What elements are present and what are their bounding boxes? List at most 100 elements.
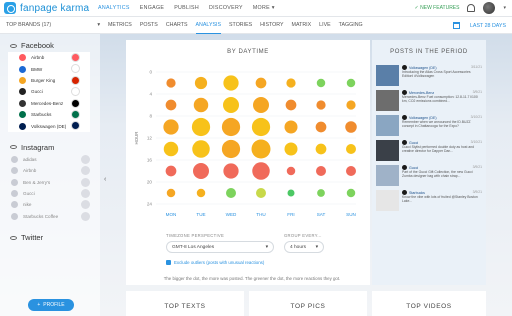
sidebar-brand-item[interactable]: BMW — [8, 63, 90, 74]
top-videos-card[interactable]: TOP VIDEOS — [372, 291, 486, 316]
bubble-point[interactable] — [194, 76, 208, 90]
post-page-name[interactable]: Mercedes-Benz — [409, 91, 434, 95]
bubble-point[interactable] — [192, 140, 210, 158]
bubble-point[interactable] — [165, 99, 177, 111]
sidebar-brand-item[interactable]: Starbucks Coffee — [0, 211, 100, 222]
brand-color-dot[interactable] — [81, 188, 90, 198]
bubble-point[interactable] — [256, 188, 266, 198]
post-item[interactable]: Mercedes-Benz 3/9/21 Mercedes-Benz Fuel co… — [372, 90, 486, 115]
nav-engage[interactable]: ENGAGE — [140, 5, 164, 11]
brand-color-dot[interactable] — [81, 211, 90, 221]
post-page-name[interactable]: Gucci — [409, 166, 418, 170]
add-profile-button[interactable]: + PROFILE — [28, 299, 74, 311]
bubble-point[interactable] — [221, 117, 241, 137]
bubble-point[interactable] — [286, 78, 296, 88]
tab-live[interactable]: LIVE — [319, 17, 330, 33]
bubble-point[interactable] — [345, 121, 357, 133]
sidebar-brand-item[interactable]: Ben & Jerry's — [0, 177, 100, 188]
sidebar-brand-item[interactable]: Gucci — [0, 188, 100, 199]
bubble-point[interactable] — [346, 78, 356, 88]
nav-more[interactable]: MORE ▾ — [253, 5, 275, 11]
bubble-point[interactable] — [163, 119, 179, 135]
tab-posts[interactable]: POSTS — [140, 17, 158, 33]
bubble-point[interactable] — [315, 121, 327, 133]
sidebar-brand-item[interactable]: Airbnb — [8, 52, 90, 63]
eye-icon[interactable] — [10, 235, 17, 240]
bubble-point[interactable] — [316, 166, 326, 176]
date-range-picker[interactable]: LAST 28 DAYS — [452, 22, 506, 29]
sidebar-brand-item[interactable]: Airbnb — [0, 165, 100, 176]
bubble-point[interactable] — [316, 78, 326, 88]
bubble-point[interactable] — [284, 142, 298, 156]
bubble-point[interactable] — [193, 163, 209, 179]
facebook-section-header[interactable]: Facebook — [0, 34, 100, 52]
bubble-point[interactable] — [166, 78, 176, 88]
bubble-point[interactable] — [191, 117, 211, 137]
bubble-point[interactable] — [166, 188, 176, 198]
post-thumbnail[interactable] — [376, 65, 399, 86]
group-every-select[interactable]: 4 hours ▾ — [284, 241, 324, 253]
instagram-section-header[interactable]: Instagram — [0, 136, 100, 154]
sidebar-brand-item[interactable]: Gucci — [8, 86, 90, 97]
new-features-link[interactable]: ✓ NEW FEATURES — [415, 5, 460, 11]
bubble-point[interactable] — [315, 143, 327, 155]
bubble-point[interactable] — [226, 188, 236, 198]
post-item[interactable]: Volkswagen (DE) 3/11/21 Introducing the At… — [372, 65, 486, 90]
brand-color-dot[interactable] — [81, 177, 90, 187]
bubble-point[interactable] — [284, 120, 298, 134]
post-page-name[interactable]: Volkswagen (DE) — [409, 66, 437, 70]
avatar[interactable] — [483, 2, 496, 14]
brand-color-dot[interactable] — [81, 200, 90, 210]
chevron-down-icon[interactable]: ▾ — [503, 5, 506, 11]
sidebar-brand-item[interactable]: Mercedes-Benz — [8, 98, 90, 109]
tab-history[interactable]: HISTORY — [260, 17, 283, 33]
post-item[interactable]: Gucci 3/9/21 Part of the Gucci Gift Collec… — [372, 165, 486, 190]
brand-color-dot[interactable] — [81, 166, 90, 176]
brand-color-dot[interactable] — [71, 98, 80, 108]
bubble-point[interactable] — [223, 163, 239, 179]
sidebar-brand-item[interactable]: Burger King — [8, 75, 90, 86]
bubble-point[interactable] — [285, 99, 297, 111]
bubble-point[interactable] — [253, 97, 269, 113]
tab-stories[interactable]: STORIES — [229, 17, 252, 33]
exclude-outliers-checkbox[interactable]: Exclude outliers (posts with unusual rea… — [166, 260, 264, 265]
bubble-point[interactable] — [252, 162, 270, 180]
bubble-point[interactable] — [317, 189, 325, 197]
post-item[interactable]: Volkswagen (DE) 3/10/21 Remember when we a… — [372, 115, 486, 140]
bubble-point[interactable] — [223, 75, 239, 91]
brand-color-dot[interactable] — [81, 154, 90, 164]
brands-dropdown[interactable]: TOP BRANDS (17) ▾ — [0, 22, 108, 28]
bubble-point[interactable] — [163, 141, 179, 157]
post-item[interactable]: Starbucks 3/9/21 Know the vibe with lots o… — [372, 190, 486, 215]
logo[interactable]: fanpage karma — [0, 2, 100, 14]
sidebar-brand-item[interactable]: Starbucks — [8, 109, 90, 120]
post-item[interactable]: Gucci 3/10/21 Gucci Stylist performed doub… — [372, 140, 486, 165]
bubble-point[interactable] — [193, 97, 209, 113]
bell-icon[interactable] — [467, 4, 476, 12]
post-page-name[interactable]: Volkswagen (DE) — [409, 116, 437, 120]
brand-color-dot[interactable] — [71, 121, 80, 131]
brand-color-dot[interactable] — [71, 53, 80, 62]
post-page-name[interactable]: Starbucks — [409, 191, 425, 195]
brand-color-dot[interactable] — [71, 109, 80, 119]
post-thumbnail[interactable] — [376, 140, 399, 161]
bubble-point[interactable] — [196, 188, 206, 198]
bubble-point[interactable] — [251, 117, 271, 137]
collapse-sidebar-chevron-icon[interactable]: ‹ — [104, 176, 106, 183]
bubble-point[interactable] — [221, 139, 241, 159]
bubble-point[interactable] — [287, 189, 295, 197]
bubble-point[interactable] — [165, 165, 177, 177]
nav-publish[interactable]: PUBLISH — [174, 5, 199, 11]
bubble-point[interactable] — [223, 97, 239, 113]
bubble-point[interactable] — [346, 144, 356, 154]
sidebar-brand-item[interactable]: adidas — [0, 154, 100, 165]
sidebar-brand-item[interactable]: nike — [0, 199, 100, 210]
eye-icon[interactable] — [10, 43, 17, 48]
top-pics-card[interactable]: TOP PICS — [249, 291, 367, 316]
top-texts-card[interactable]: TOP TEXTS — [126, 291, 244, 316]
tab-matrix[interactable]: MATRIX — [292, 17, 312, 33]
post-thumbnail[interactable] — [376, 90, 399, 111]
post-thumbnail[interactable] — [376, 165, 399, 186]
sidebar-brand-item[interactable]: Volkswagen (DE) — [8, 120, 90, 131]
brand-color-dot[interactable] — [71, 87, 80, 97]
